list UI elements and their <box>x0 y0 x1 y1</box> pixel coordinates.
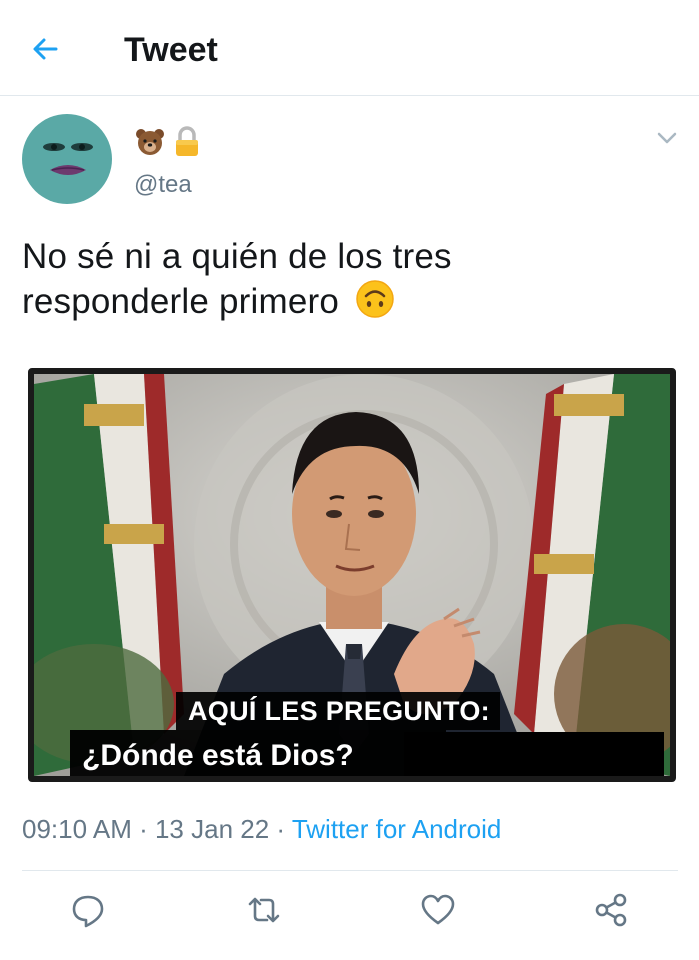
retweet-icon <box>248 897 280 923</box>
avatar[interactable] <box>22 114 112 204</box>
page-title: Tweet <box>124 31 218 69</box>
display-name[interactable] <box>134 124 202 160</box>
tweet-text: No sé ni a quién de los tres responderle… <box>22 234 662 324</box>
chevron-down-icon <box>657 132 677 144</box>
tweet-media-image[interactable]: AQUÍ LES PREGUNTO: ¿Dónde está Dios? <box>28 368 676 782</box>
reply-button[interactable] <box>68 890 108 930</box>
like-button[interactable] <box>418 890 458 930</box>
share-button[interactable] <box>592 890 632 930</box>
top-bar: Tweet <box>0 0 699 96</box>
share-icon <box>595 893 627 927</box>
arrow-left-icon <box>33 38 58 60</box>
meta-separator: · <box>269 814 292 844</box>
tweet-time: 09:10 AM <box>22 814 132 844</box>
meme-caption-top: AQUÍ LES PREGUNTO: <box>176 692 500 730</box>
tweet-text-line-1: No sé ni a quién de los tres <box>22 237 452 276</box>
like-icon <box>421 894 455 925</box>
user-handle[interactable]: @tea <box>134 170 192 200</box>
lock-icon <box>176 126 198 156</box>
upside-down-face-emoji <box>356 280 394 318</box>
more-options-button[interactable] <box>654 128 680 148</box>
meta-separator: · <box>131 814 155 844</box>
bear-face-emoji <box>136 129 164 155</box>
back-button[interactable] <box>26 30 66 70</box>
divider <box>22 870 678 871</box>
action-bar <box>0 884 699 936</box>
tweet-meta: 09:10 AM · 13 Jan 22 · Twitter for Andro… <box>22 812 501 846</box>
tweet-text-line-2: responderle primero <box>22 282 340 321</box>
tweet-date: 13 Jan 22 <box>154 814 270 844</box>
retweet-button[interactable] <box>244 890 284 930</box>
tweet-source-link[interactable]: Twitter for Android <box>292 814 502 844</box>
reply-icon <box>72 895 104 928</box>
meme-caption-bottom: ¿Dónde está Dios? <box>70 730 446 776</box>
